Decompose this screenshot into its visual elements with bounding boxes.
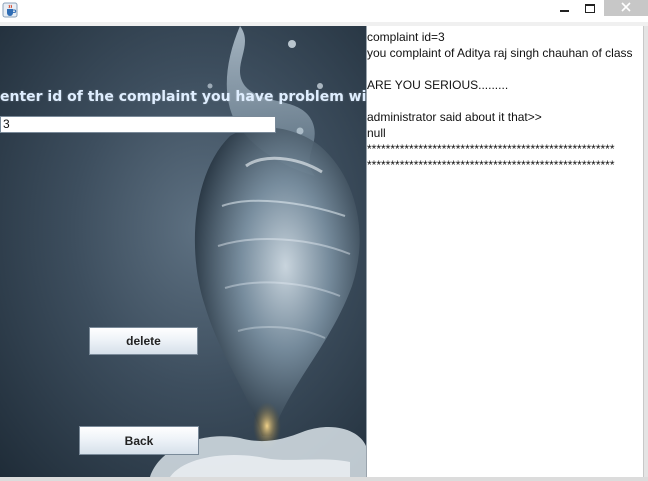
- delete-button[interactable]: delete: [89, 327, 198, 355]
- close-button[interactable]: [604, 0, 648, 16]
- minimize-icon: [559, 10, 569, 12]
- administrator-remark-label-line: administrator said about it that>>: [367, 110, 542, 124]
- maximize-icon: [585, 3, 595, 13]
- close-icon: [621, 0, 631, 17]
- separator-line: ****************************************…: [367, 142, 615, 156]
- maximize-button[interactable]: [577, 0, 603, 16]
- window-bottom-edge: [0, 477, 648, 481]
- administrator-remark-value-line: null: [367, 126, 386, 140]
- window-title-bar: [0, 0, 648, 22]
- java-coffee-cup-icon: [2, 2, 18, 18]
- window-right-edge: [643, 26, 648, 477]
- complaint-id-line: complaint id=3: [367, 30, 445, 44]
- complaint-description-line: you complaint of Aditya raj singh chauha…: [367, 46, 633, 60]
- complaint-id-input[interactable]: 3: [0, 116, 276, 133]
- complaint-message-line: ARE YOU SERIOUS.........: [367, 78, 509, 92]
- form-panel: enter id of the complaint you have probl…: [0, 26, 366, 477]
- complaint-details-text-area[interactable]: complaint id=3 you complaint of Aditya r…: [366, 26, 643, 477]
- complaint-id-prompt-label: enter id of the complaint you have probl…: [0, 89, 366, 105]
- minimize-button[interactable]: [551, 0, 577, 16]
- separator-line: ****************************************…: [367, 158, 615, 172]
- back-button[interactable]: Back: [79, 426, 199, 455]
